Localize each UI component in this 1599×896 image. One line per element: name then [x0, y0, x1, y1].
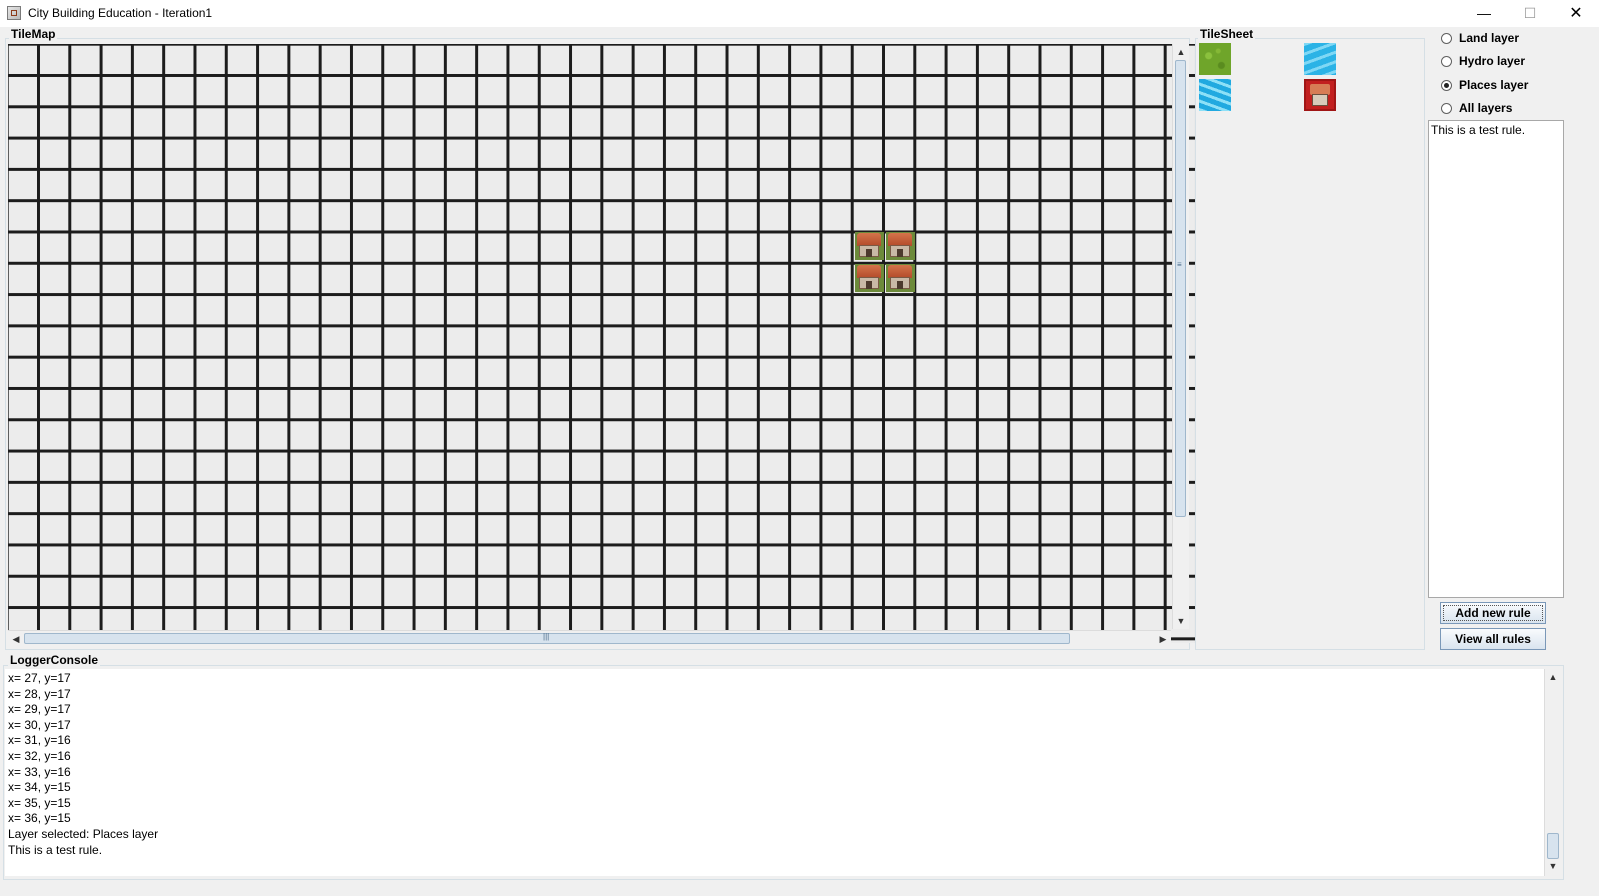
scroll-down-icon[interactable]: ▼: [1173, 613, 1189, 629]
scroll-down-icon[interactable]: ▼: [1545, 858, 1561, 874]
scroll-left-icon[interactable]: ◀: [8, 631, 24, 647]
console-line: This is a test rule.: [8, 842, 103, 857]
console-scroll-thumb[interactable]: [1547, 833, 1559, 859]
console-line: x= 31, y=16: [8, 733, 71, 748]
radio-hydro-layer[interactable]: Hydro layer: [1441, 52, 1525, 70]
radio-all-layers[interactable]: All layers: [1441, 99, 1512, 117]
console-vertical-scrollbar[interactable]: ▲ ▼: [1544, 669, 1562, 876]
tilesheet-title: TileSheet: [1198, 27, 1256, 41]
radio-label: All layers: [1459, 101, 1513, 115]
console-line: x= 29, y=17: [8, 702, 71, 717]
rule-text: This is a test rule.: [1431, 123, 1526, 137]
grip-icon: ≡: [1177, 260, 1182, 269]
app-icon: [7, 6, 21, 20]
radio-places-layer[interactable]: Places layer: [1441, 76, 1528, 94]
place-tile-1[interactable]: [855, 232, 884, 260]
tilemap-title: TileMap: [9, 27, 58, 41]
vertical-scroll-thumb[interactable]: [1175, 60, 1186, 517]
console-line: x= 32, y=16: [8, 749, 71, 763]
rule-text-area[interactable]: This is a test rule.: [1428, 120, 1564, 598]
place-tile-2[interactable]: [886, 232, 915, 260]
console-line: x= 35, y=15: [8, 795, 71, 810]
scroll-right-icon[interactable]: ▶: [1155, 631, 1171, 647]
radio-icon[interactable]: [1441, 102, 1452, 114]
close-button[interactable]: ✕: [1553, 0, 1599, 27]
place-tile-4[interactable]: [886, 264, 915, 292]
console-line: x= 28, y=17: [8, 686, 71, 701]
tilemap-vertical-scrollbar[interactable]: ▲ ≡ ▼: [1172, 44, 1189, 629]
console-line: x= 27, y=17: [8, 671, 71, 685]
console-line: Layer selected: Places layer: [8, 827, 159, 841]
logger-console-title: LoggerConsole: [8, 653, 101, 667]
window-title: City Building Education - Iteration1: [28, 6, 213, 20]
tilemap-horizontal-scrollbar[interactable]: ◀ ||| ▶: [8, 630, 1171, 647]
scroll-up-icon[interactable]: ▲: [1173, 44, 1189, 60]
title-bar: City Building Education - Iteration1 — ☐…: [0, 0, 1599, 27]
view-all-rules-button[interactable]: View all rules: [1440, 628, 1546, 650]
tilemap-grid[interactable]: [8, 44, 1195, 643]
maximize-button[interactable]: ☐: [1507, 0, 1553, 27]
radio-label: Places layer: [1459, 78, 1529, 92]
radio-checked-icon[interactable]: [1441, 79, 1452, 91]
radio-label: Hydro layer: [1459, 54, 1526, 68]
radio-icon[interactable]: [1441, 32, 1452, 44]
minimize-button[interactable]: —: [1461, 0, 1507, 27]
console-line: x= 36, y=15: [8, 811, 71, 826]
console-line: x= 34, y=15: [8, 780, 71, 795]
place-tile-3[interactable]: [855, 264, 884, 292]
add-new-rule-button[interactable]: Add new rule: [1440, 602, 1546, 624]
grass-tile[interactable]: [1199, 43, 1231, 75]
water-tile[interactable]: [1304, 43, 1336, 75]
grip-icon: |||: [543, 632, 550, 641]
console-line: x= 33, y=16: [8, 764, 71, 779]
radio-land-layer[interactable]: Land layer: [1441, 29, 1519, 47]
radio-label: Land layer: [1459, 31, 1520, 45]
scroll-up-icon[interactable]: ▲: [1545, 669, 1561, 685]
logger-console[interactable]: x= 27, y=17 x= 28, y=17 x= 29, y=17 x= 3…: [5, 669, 1544, 876]
house-tile[interactable]: [1304, 79, 1336, 111]
console-line: x= 30, y=17: [8, 717, 71, 732]
tilesheet-panel: [1195, 38, 1425, 650]
radio-icon[interactable]: [1441, 55, 1452, 67]
water-tile[interactable]: [1199, 79, 1231, 111]
